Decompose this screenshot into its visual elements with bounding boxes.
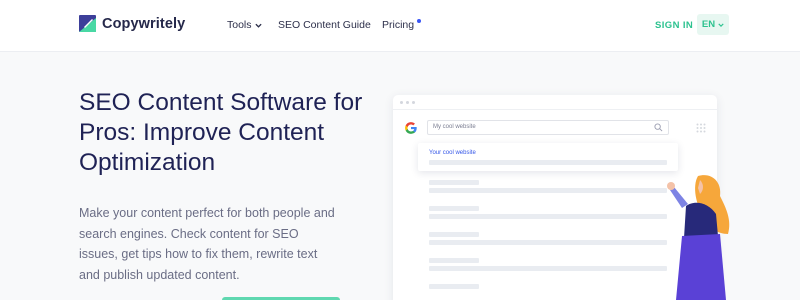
- placeholder-line: [429, 258, 479, 263]
- language-label: EN: [701, 19, 716, 30]
- google-logo-icon: [405, 122, 417, 134]
- language-selector[interactable]: EN: [697, 14, 729, 35]
- nav-guide-label: SEO Content Guide: [278, 19, 371, 31]
- copywritely-logo-icon: [79, 15, 96, 32]
- chevron-down-icon: [718, 22, 724, 27]
- brand-name: Copywritely: [102, 15, 186, 32]
- placeholder-line: [429, 214, 667, 219]
- browser-toolbar-divider: [393, 109, 717, 110]
- search-icon: [654, 123, 663, 132]
- nav-pricing[interactable]: Pricing: [382, 19, 422, 31]
- grid-icon: [696, 123, 706, 133]
- person-illustration: [667, 175, 730, 300]
- placeholder-line: [429, 206, 479, 211]
- search-result-title: Your cool website: [429, 150, 476, 156]
- placeholder-line: [429, 266, 667, 271]
- nav-tools-label: Tools: [227, 19, 252, 31]
- window-dots: [400, 101, 415, 104]
- nav-pricing-label: Pricing: [382, 19, 415, 31]
- placeholder-line: [429, 240, 667, 245]
- mock-search-input: My cool website: [427, 120, 669, 135]
- placeholder-line: [429, 232, 479, 237]
- placeholder-line: [429, 284, 479, 289]
- brand-logo-link[interactable]: Copywritely: [79, 15, 185, 32]
- chevron-down-icon: [254, 23, 262, 28]
- nav-seo-content-guide[interactable]: SEO Content Guide: [278, 19, 371, 31]
- placeholder-line: [429, 188, 667, 193]
- hero-title: SEO Content Software for Pros: Improve C…: [79, 89, 363, 176]
- search-result-card: [418, 143, 678, 171]
- hero-description: Make your content perfect for both peopl…: [79, 206, 335, 282]
- new-indicator-dot: [417, 19, 422, 23]
- top-navigation-bar: Copywritely Tools SEO Content Guide Pric…: [0, 0, 800, 52]
- sign-in-link[interactable]: SIGN IN: [655, 20, 693, 31]
- result-snippet-line: [429, 160, 667, 165]
- nav-tools[interactable]: Tools: [227, 19, 262, 31]
- placeholder-line: [429, 180, 479, 185]
